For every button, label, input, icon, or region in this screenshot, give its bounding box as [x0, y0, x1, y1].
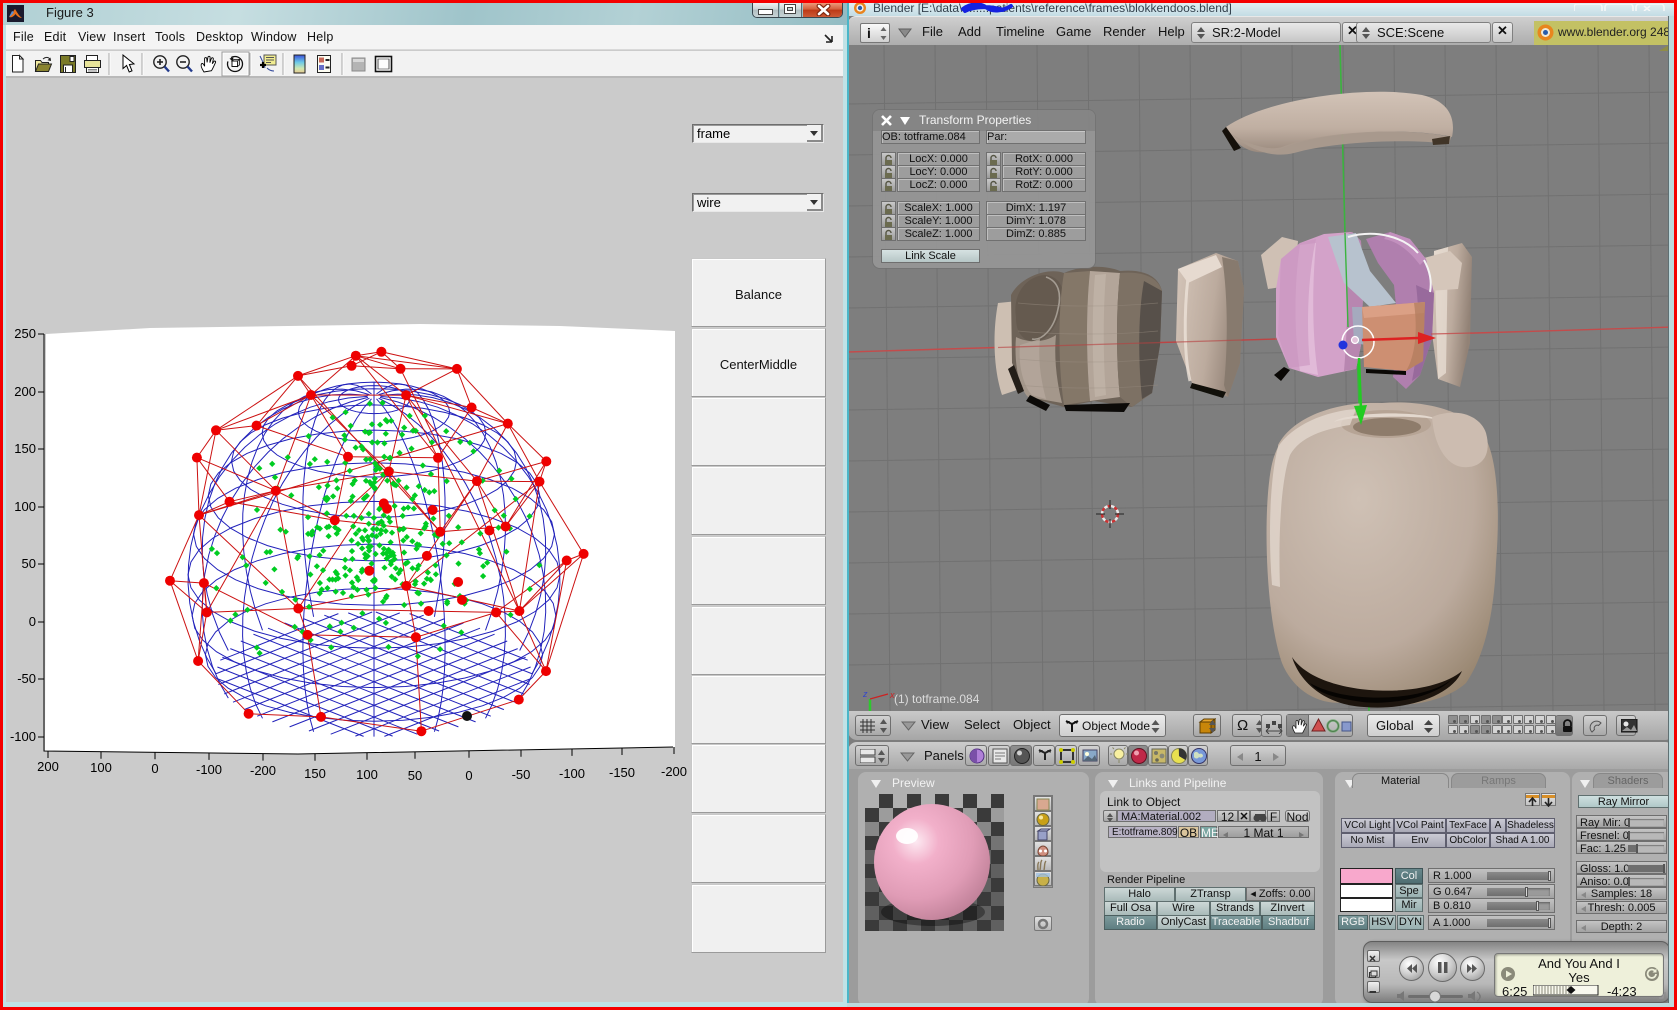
svg-text:0: 0	[465, 768, 472, 783]
svg-text:-200: -200	[661, 764, 687, 779]
svg-text:-100: -100	[559, 766, 585, 781]
svg-text:-50: -50	[512, 767, 531, 782]
svg-text:100: 100	[356, 767, 378, 782]
svg-text:-50: -50	[17, 671, 36, 686]
svg-text:-100: -100	[196, 762, 222, 777]
svg-text:250: 250	[14, 326, 36, 341]
svg-text:-150: -150	[609, 765, 635, 780]
svg-text:100: 100	[90, 760, 112, 775]
svg-text:200: 200	[37, 759, 59, 774]
svg-text:z: z	[862, 689, 868, 699]
svg-text:150: 150	[304, 766, 326, 781]
svg-text:50: 50	[408, 768, 422, 783]
svg-text:100: 100	[14, 499, 36, 514]
svg-text:150: 150	[14, 441, 36, 456]
svg-text:-100: -100	[10, 729, 36, 744]
svg-text:0: 0	[151, 761, 158, 776]
svg-text:50: 50	[22, 556, 36, 571]
svg-text:(1) totframe.084: (1) totframe.084	[894, 692, 980, 706]
svg-text:0: 0	[29, 614, 36, 629]
svg-text:-200: -200	[250, 763, 276, 778]
svg-text:200: 200	[14, 384, 36, 399]
